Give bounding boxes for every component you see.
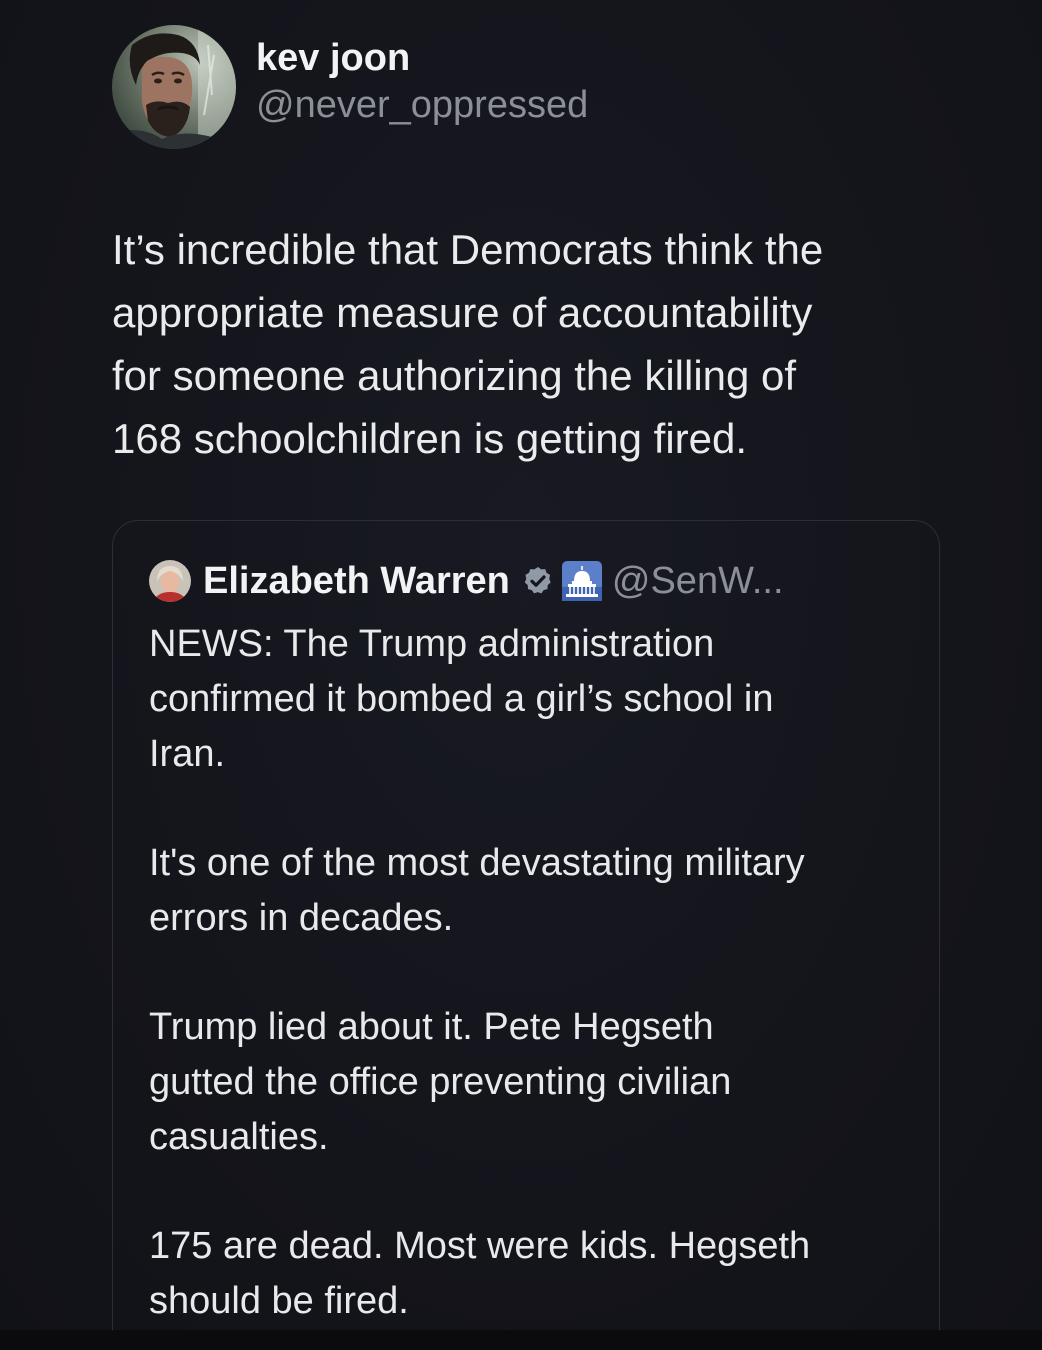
quoted-author-handle[interactable]: @SenW... [612,560,784,603]
tweet-author[interactable]: kev joon @never_oppressed [112,24,588,150]
tweet-text-line: appropriate measure of accountability [112,289,813,336]
quoted-text-line: Iran. [149,733,226,775]
quoted-tweet[interactable]: Elizabeth Warren @SenW... NEWS: The Trum… [112,520,940,1350]
tweet-text: It’s incredible that Democrats think the… [112,218,972,470]
quoted-text-line: errors in decades. [149,897,454,939]
quoted-avatar-photo-icon [149,560,191,602]
verified-badge-icon [524,567,551,594]
author-display-name[interactable]: kev joon [256,35,588,81]
quoted-text-line: confirmed it bombed a girl’s school in [149,678,774,720]
author-handle[interactable]: @never_oppressed [256,81,588,129]
quoted-paragraph: Trump lied about it. Pete Hegseth gutted… [149,1000,919,1165]
author-names: kev joon @never_oppressed [256,35,588,129]
quoted-text-line: 175 are dead. Most were kids. Hegseth [149,1225,811,1267]
author-avatar[interactable] [112,25,236,149]
quoted-text-line: NEWS: The Trump administration [149,623,715,665]
tweet-text-line: 168 schoolchildren is getting fired. [112,415,748,462]
tweet-text-line: for someone authorizing the killing of [112,352,797,399]
quoted-text-line: Trump lied about it. Pete Hegseth [149,1006,714,1048]
quoted-text-line: should be fired. [149,1280,409,1322]
quoted-tweet-text: NEWS: The Trump administration confirmed… [149,617,919,1350]
quoted-author-display-name[interactable]: Elizabeth Warren [203,560,510,603]
quoted-tweet-header: Elizabeth Warren @SenW... [149,557,784,605]
bottom-edge-bar [0,1330,1042,1350]
quoted-paragraph: NEWS: The Trump administration confirmed… [149,617,919,782]
tweet-text-line: It’s incredible that Democrats think the [112,226,824,273]
quoted-text-line: gutted the office preventing civilian [149,1061,732,1103]
tweet-card: kev joon @never_oppressed It’s incredibl… [0,0,1042,1350]
quoted-text-line: casualties. [149,1116,329,1158]
quoted-paragraph: It's one of the most devastating militar… [149,836,919,946]
quoted-author-avatar[interactable] [149,560,191,602]
us-capitol-icon [561,561,602,601]
profile-photo-avatar-icon [112,25,236,149]
quoted-text-line: It's one of the most devastating militar… [149,842,805,884]
quoted-paragraph: 175 are dead. Most were kids. Hegseth sh… [149,1219,919,1329]
